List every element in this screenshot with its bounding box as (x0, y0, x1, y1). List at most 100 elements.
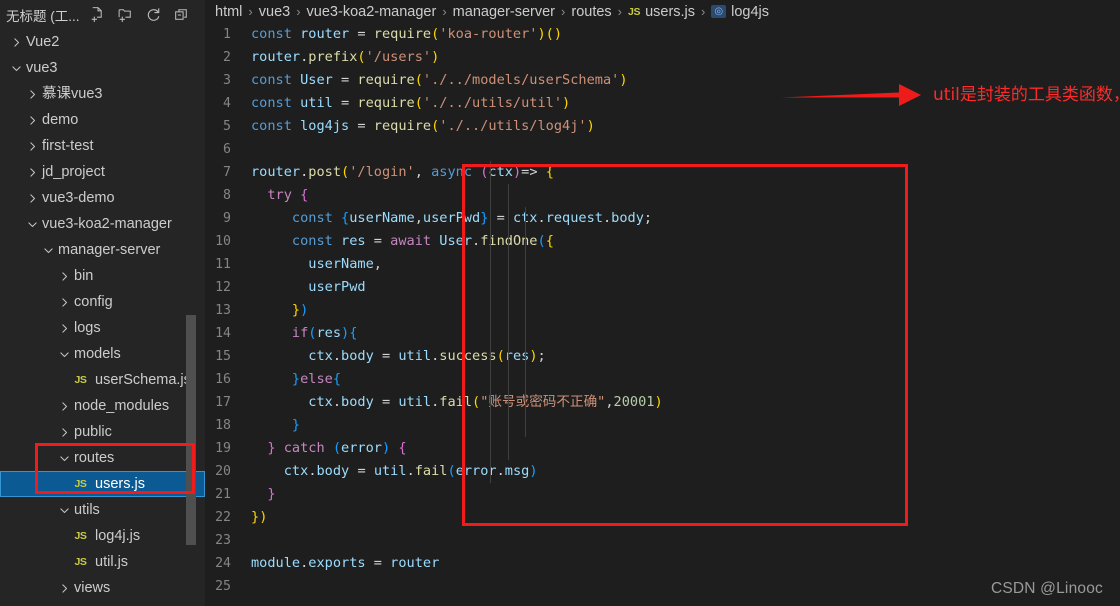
chevron-down-icon[interactable] (56, 450, 72, 466)
watermark: CSDN @Linooc (990, 580, 1103, 597)
breadcrumb-item[interactable]: html (215, 4, 242, 20)
chevron-down-icon[interactable] (24, 216, 40, 232)
breadcrumb-item[interactable]: vue3 (259, 4, 290, 20)
breadcrumb-separator-icon: › (442, 4, 447, 19)
breadcrumb[interactable]: html › vue3 › vue3-koa2-manager › manager-serv… (205, 0, 1120, 23)
breadcrumb-item[interactable]: log4js (731, 4, 769, 20)
tree-item-routes[interactable]: routes (0, 445, 205, 471)
code-line-text: userPwd (308, 279, 366, 295)
line-number: 6 (223, 142, 231, 157)
line-number: 25 (215, 579, 231, 594)
indent-guide (525, 207, 526, 437)
code-line[interactable]: 18 } (205, 414, 1120, 437)
chevron-down-icon[interactable] (56, 502, 72, 518)
chevron-right-icon[interactable] (56, 424, 72, 440)
chevron-right-icon[interactable] (24, 86, 40, 102)
code-line[interactable]: 6 (205, 138, 1120, 161)
chevron-right-icon[interactable] (8, 34, 24, 50)
code-line[interactable]: 11 userName, (205, 253, 1120, 276)
code-line[interactable]: 15 ctx.body = util.success(res); (205, 345, 1120, 368)
tree-item-vue2[interactable]: Vue2 (0, 29, 205, 55)
sidebar-scrollbar[interactable] (186, 315, 196, 545)
code-line[interactable]: 9 const {userName,userPwd} = ctx.request… (205, 207, 1120, 230)
code-line-text: userName, (308, 256, 382, 272)
code-line[interactable]: 8 try { (205, 184, 1120, 207)
chevron-right-icon[interactable] (56, 268, 72, 284)
tree-item-node-modules[interactable]: node_modules (0, 393, 205, 419)
code-line[interactable]: 23 (205, 529, 1120, 552)
code-line-text: } catch (error) { (267, 440, 407, 456)
code-line[interactable]: 19 } catch (error) { (205, 437, 1120, 460)
line-number: 14 (215, 326, 231, 341)
breadcrumb-item[interactable]: users.js (645, 4, 695, 20)
tree-item-vue3-demo[interactable]: vue3-demo (0, 185, 205, 211)
collapse-folders-icon[interactable] (173, 6, 190, 23)
code-line[interactable]: 25 (205, 575, 1120, 598)
code-line-text: if(res){ (291, 325, 358, 341)
tree-item-vue3[interactable]: 慕课vue3 (0, 81, 205, 107)
explorer-actions (89, 6, 190, 23)
tree-item-jd-project[interactable]: jd_project (0, 159, 205, 185)
code-line[interactable]: 1 const router = require('koa-router')() (205, 23, 1120, 46)
tree-item-userschema-js[interactable]: JS userSchema.js (0, 367, 205, 393)
explorer-header: 无标题 (工... (0, 0, 205, 29)
tree-item-util-js[interactable]: JS util.js (0, 549, 205, 575)
breadcrumb-item[interactable]: routes (571, 4, 611, 20)
code-line[interactable]: 13 }) (205, 299, 1120, 322)
code-line[interactable]: 17 ctx.body = util.fail("账号或密码不正确",20001… (205, 391, 1120, 414)
chevron-right-icon[interactable] (24, 190, 40, 206)
code-line-text: ctx.body = util.fail("账号或密码不正确",20001) (308, 394, 663, 410)
code-content[interactable]: 1 const router = require('koa-router')() 2… (205, 23, 1120, 598)
new-folder-icon[interactable] (117, 6, 134, 23)
tree-item-label: util.js (95, 553, 129, 570)
tree-item-users-js[interactable]: JS users.js (0, 471, 205, 497)
new-file-icon[interactable] (89, 6, 106, 23)
line-number: 9 (223, 211, 231, 226)
code-line-text: ctx.body = util.fail(error.msg) (283, 463, 538, 479)
code-line[interactable]: 12 userPwd (205, 276, 1120, 299)
tree-item-logs[interactable]: logs (0, 315, 205, 341)
breadcrumb-separator-icon: › (561, 4, 566, 19)
chevron-right-icon[interactable] (56, 580, 72, 596)
chevron-down-icon[interactable] (56, 346, 72, 362)
line-number: 22 (215, 510, 231, 525)
chevron-right-icon[interactable] (56, 320, 72, 336)
tree-item-log4j-js[interactable]: JS log4j.js (0, 523, 205, 549)
tree-item-manager-server[interactable]: manager-server (0, 237, 205, 263)
code-line[interactable]: 14 if(res){ (205, 322, 1120, 345)
code-line[interactable]: 21 } (205, 483, 1120, 506)
code-line[interactable]: 20 ctx.body = util.fail(error.msg) (205, 460, 1120, 483)
chevron-down-icon[interactable] (40, 242, 56, 258)
code-line[interactable]: 10 const res = await User.findOne({ (205, 230, 1120, 253)
code-line[interactable]: 5 const log4js = require('./../utils/log4… (205, 115, 1120, 138)
tree-item-demo[interactable]: demo (0, 107, 205, 133)
chevron-down-icon[interactable] (8, 60, 24, 76)
chevron-right-icon[interactable] (24, 112, 40, 128)
tree-item-vue3-koa2-manager[interactable]: vue3-koa2-manager (0, 211, 205, 237)
tree-item-first-test[interactable]: first-test (0, 133, 205, 159)
chevron-right-icon[interactable] (56, 294, 72, 310)
tree-item-label: config (74, 293, 113, 310)
code-line[interactable]: 24 module.exports = router (205, 552, 1120, 575)
tree-item-utils[interactable]: utils (0, 497, 205, 523)
chevron-right-icon[interactable] (24, 138, 40, 154)
code-editor[interactable]: 1 const router = require('koa-router')() 2… (205, 23, 1120, 606)
code-line-text: try { (267, 187, 309, 203)
tree-item-models[interactable]: models (0, 341, 205, 367)
file-tree[interactable]: Vue2 vue3 慕课vue3 demo first-test jd_project vu… (0, 29, 205, 606)
chevron-right-icon[interactable] (24, 164, 40, 180)
code-line[interactable]: 7 router.post('/login', async (ctx)=> { (205, 161, 1120, 184)
tree-item-views[interactable]: views (0, 575, 205, 601)
chevron-right-icon[interactable] (56, 398, 72, 414)
refresh-explorer-icon[interactable] (145, 6, 162, 23)
tree-item-bin[interactable]: bin (0, 263, 205, 289)
tree-item-vue3[interactable]: vue3 (0, 55, 205, 81)
code-line[interactable]: 22}) (205, 506, 1120, 529)
breadcrumb-item[interactable]: vue3-koa2-manager (307, 4, 437, 20)
code-line[interactable]: 2 router.prefix('/users') (205, 46, 1120, 69)
code-line[interactable]: 16 }else{ (205, 368, 1120, 391)
tree-item-config[interactable]: config (0, 289, 205, 315)
breadcrumb-item[interactable]: manager-server (453, 4, 555, 20)
line-number: 3 (223, 73, 231, 88)
tree-item-public[interactable]: public (0, 419, 205, 445)
